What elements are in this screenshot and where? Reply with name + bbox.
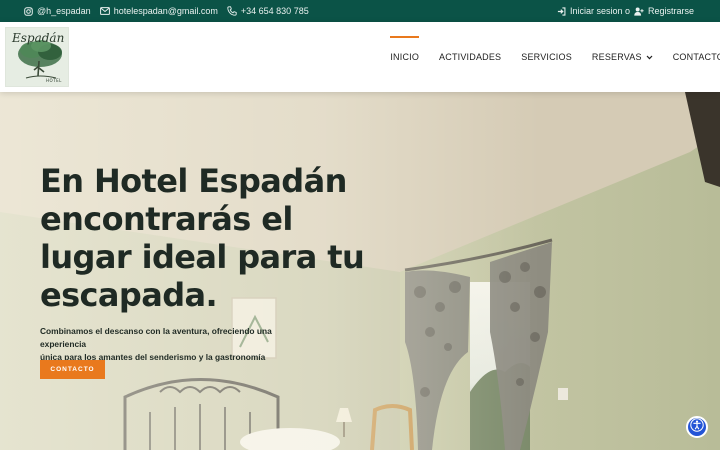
instagram-link[interactable]: @h_espadan xyxy=(24,6,91,16)
nav-item-contacto[interactable]: CONTACTO xyxy=(673,22,720,92)
phone-link[interactable]: +34 654 830 785 xyxy=(227,6,309,16)
hotel-logo[interactable]: Espadán HOTEL xyxy=(5,27,69,87)
login-link[interactable]: Iniciar sesion o xyxy=(570,6,630,16)
nav-item-reservas[interactable]: RESERVAS xyxy=(592,22,653,92)
sign-in-icon xyxy=(557,6,566,16)
top-bar: @h_espadan hotelespadan@gmail.com +34 65… xyxy=(0,0,720,22)
hero-description-line: Combinamos el descanso con la aventura, … xyxy=(40,326,272,349)
site-header: Espadán HOTEL INICIO ACTIVIDADES SERVICI… xyxy=(0,22,720,92)
email-text: hotelespadan@gmail.com xyxy=(113,6,218,16)
logo-brand-text: Espadán xyxy=(11,31,64,45)
nav-item-label: CONTACTO xyxy=(672,52,720,62)
contact-cta-button[interactable]: CONTACTO xyxy=(40,360,105,379)
nav-item-label: ACTIVIDADES xyxy=(439,52,502,62)
accessibility-button[interactable] xyxy=(686,416,708,438)
nav-item-inicio[interactable]: INICIO xyxy=(390,22,419,92)
instagram-icon xyxy=(24,6,33,16)
hero-title: En Hotel Espadán encontrarás el lugar id… xyxy=(40,162,365,314)
main-nav: INICIO ACTIVIDADES SERVICIOS RESERVAS CO… xyxy=(390,22,720,92)
nav-item-servicios[interactable]: SERVICIOS xyxy=(521,22,572,92)
nav-item-label: INICIO xyxy=(390,52,420,62)
envelope-icon xyxy=(99,7,110,15)
accessibility-icon xyxy=(690,417,704,437)
hero-section: En Hotel Espadán encontrarás el lugar id… xyxy=(0,92,720,450)
phone-text: +34 654 830 785 xyxy=(240,6,309,16)
svg-text:HOTEL: HOTEL xyxy=(46,78,62,83)
chevron-down-icon xyxy=(646,52,653,62)
phone-icon xyxy=(227,6,237,16)
email-link[interactable]: hotelespadan@gmail.com xyxy=(99,6,218,16)
nav-item-label: RESERVAS xyxy=(591,52,642,62)
user-plus-icon xyxy=(634,7,644,16)
instagram-handle: @h_espadan xyxy=(37,6,91,16)
nav-item-label: SERVICIOS xyxy=(521,52,572,62)
nav-item-actividades[interactable]: ACTIVIDADES xyxy=(439,22,501,92)
register-link[interactable]: Registrarse xyxy=(648,6,694,16)
